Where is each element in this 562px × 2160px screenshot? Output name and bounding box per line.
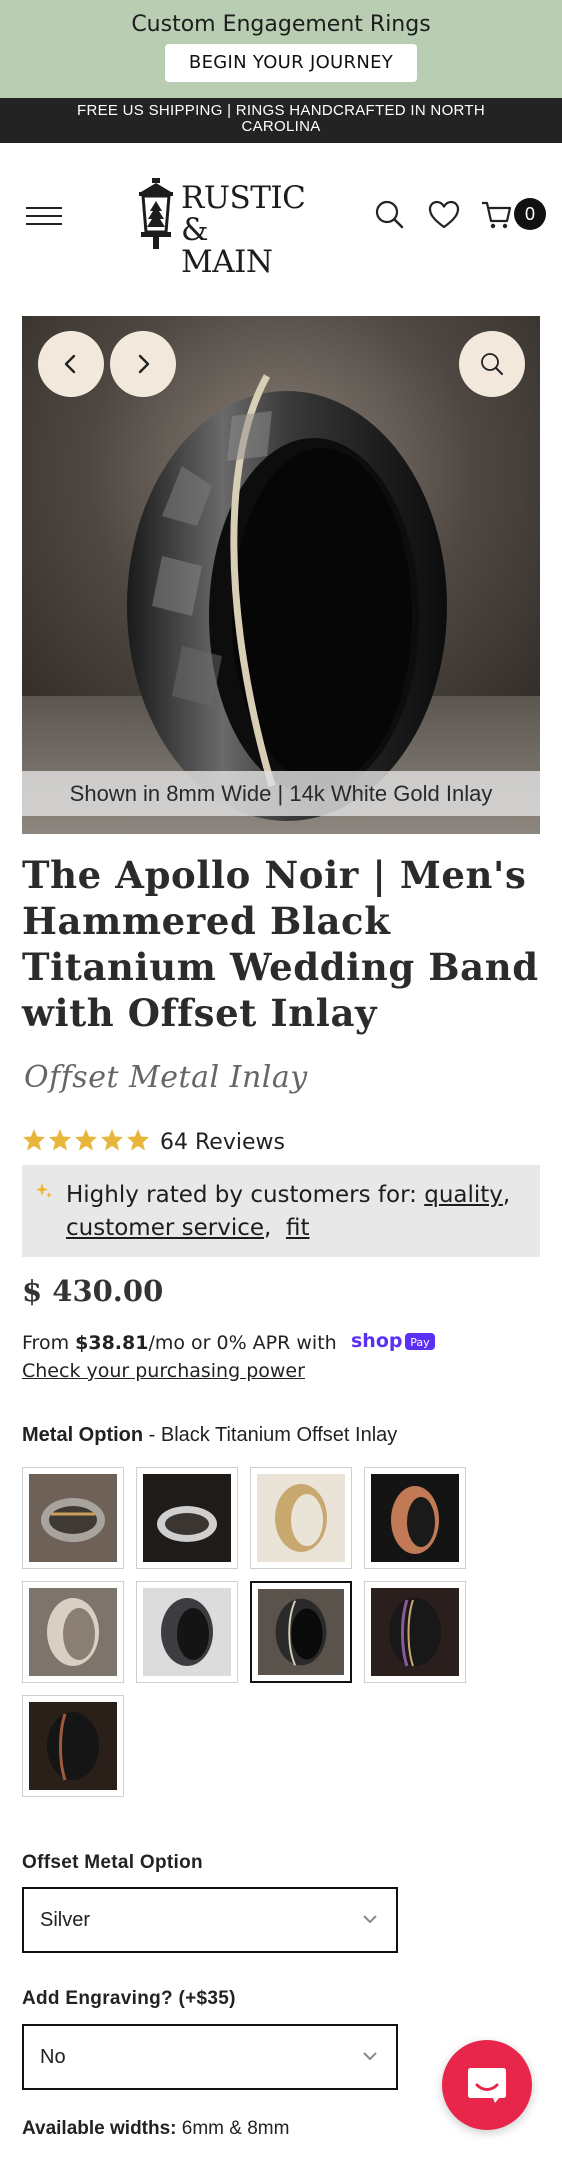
engraving-label: Add Engraving? (+$35) (22, 1988, 236, 2009)
available-widths: Available widths: 6mm & 8mm (22, 2118, 289, 2140)
metal-swatch-selected[interactable] (250, 1581, 352, 1683)
product-price: $ 430.00 (22, 1274, 164, 1308)
product-title: The Apollo Noir | Men's Hammered Black T… (22, 853, 539, 1035)
metal-option-selected: Black Titanium Offset Inlay (160, 1424, 398, 1446)
prev-image-button[interactable] (38, 331, 104, 397)
menu-icon[interactable] (26, 207, 64, 227)
financing-amount: $38.81 (75, 1332, 149, 1354)
chevron-left-icon (64, 354, 76, 374)
metal-swatch[interactable] (250, 1467, 352, 1569)
chevron-down-icon (363, 2052, 377, 2061)
star-icon (127, 1129, 149, 1151)
highly-rated-box: Highly rated by customers for: quality, … (22, 1165, 540, 1257)
offset-metal-value: Silver (40, 1909, 91, 1931)
rated-tag-customer-service[interactable]: customer service (66, 1215, 264, 1241)
star-icon (75, 1129, 97, 1151)
rated-tag-quality[interactable]: quality (424, 1182, 503, 1208)
chevron-right-icon (138, 354, 150, 374)
logo[interactable]: RUSTIC & MAIN (133, 178, 306, 278)
shop-pay-logo: shop Pay (351, 1330, 437, 1357)
cart-count-badge[interactable]: 0 (514, 198, 546, 230)
logo-line-2: & MAIN (181, 212, 273, 280)
offset-metal-select[interactable]: Silver (22, 1887, 398, 1953)
financing-suffix: /mo or 0% APR with (148, 1332, 337, 1354)
metal-swatch[interactable] (22, 1467, 124, 1569)
ring-photo (22, 316, 540, 834)
zoom-icon (481, 353, 503, 375)
chat-button[interactable] (442, 2040, 532, 2130)
metal-option-separator: - (143, 1424, 161, 1446)
engraving-select[interactable]: No (22, 2024, 398, 2090)
site-header: RUSTIC & MAIN 0 (0, 143, 562, 283)
sparkle-icon (36, 1183, 52, 1198)
star-icon (101, 1129, 123, 1151)
offset-metal-label: Offset Metal Option (22, 1852, 203, 1873)
reviews-link[interactable]: 64 Reviews (160, 1130, 285, 1155)
metal-swatch[interactable] (136, 1581, 238, 1683)
zoom-button[interactable] (459, 331, 525, 397)
metal-swatch[interactable] (22, 1695, 124, 1797)
widths-value: 6mm & 8mm (181, 2118, 290, 2139)
lantern-icon (139, 178, 173, 249)
search-icon[interactable] (373, 198, 407, 232)
metal-option-label: Metal Option - Black Titanium Offset Inl… (22, 1424, 397, 1447)
check-purchasing-power-link[interactable]: Check your purchasing power (22, 1360, 305, 1382)
product-subtitle: Offset Metal Inlay (24, 1060, 308, 1095)
financing-prefix: From (22, 1332, 76, 1354)
begin-journey-button[interactable]: BEGIN YOUR JOURNEY (165, 44, 417, 82)
product-image-gallery[interactable]: Shown in 8mm Wide | 14k White Gold Inlay (22, 316, 540, 834)
logo-line-1: RUSTIC (181, 180, 306, 216)
star-icon (23, 1129, 45, 1151)
metal-option-title: Metal Option (22, 1424, 144, 1446)
rated-prefix: Highly rated by customers for: (66, 1182, 425, 1208)
next-image-button[interactable] (110, 331, 176, 397)
heart-icon[interactable] (427, 198, 461, 232)
star-icon (49, 1129, 71, 1151)
metal-swatch[interactable] (22, 1581, 124, 1683)
chat-icon (468, 2068, 506, 2103)
promo-title: Custom Engagement Rings (131, 12, 431, 37)
metal-swatch[interactable] (364, 1581, 466, 1683)
logo-text: RUSTIC & MAIN (181, 180, 306, 280)
chevron-down-icon (363, 1915, 377, 1924)
financing-text: From $38.81/mo or 0% APR with shop Pay (22, 1330, 437, 1357)
rated-tag-fit[interactable]: fit (286, 1215, 310, 1241)
shop-pay-badge: Pay (410, 1336, 430, 1349)
widths-label: Available widths: (22, 2118, 177, 2139)
metal-swatch[interactable] (364, 1467, 466, 1569)
engraving-value: No (40, 2046, 66, 2068)
image-caption: Shown in 8mm Wide | 14k White Gold Inlay (22, 771, 540, 816)
cart-icon[interactable] (480, 198, 514, 232)
promo-banner: Custom Engagement Rings BEGIN YOUR JOURN… (0, 0, 562, 98)
metal-swatch[interactable] (136, 1467, 238, 1569)
highly-rated-text: Highly rated by customers for: quality, … (66, 1182, 511, 1241)
shipping-bar: FREE US SHIPPING | RINGS HANDCRAFTED IN … (0, 98, 562, 143)
rating-stars[interactable] (22, 1128, 152, 1156)
shop-pay-wordmark: shop (351, 1330, 403, 1352)
